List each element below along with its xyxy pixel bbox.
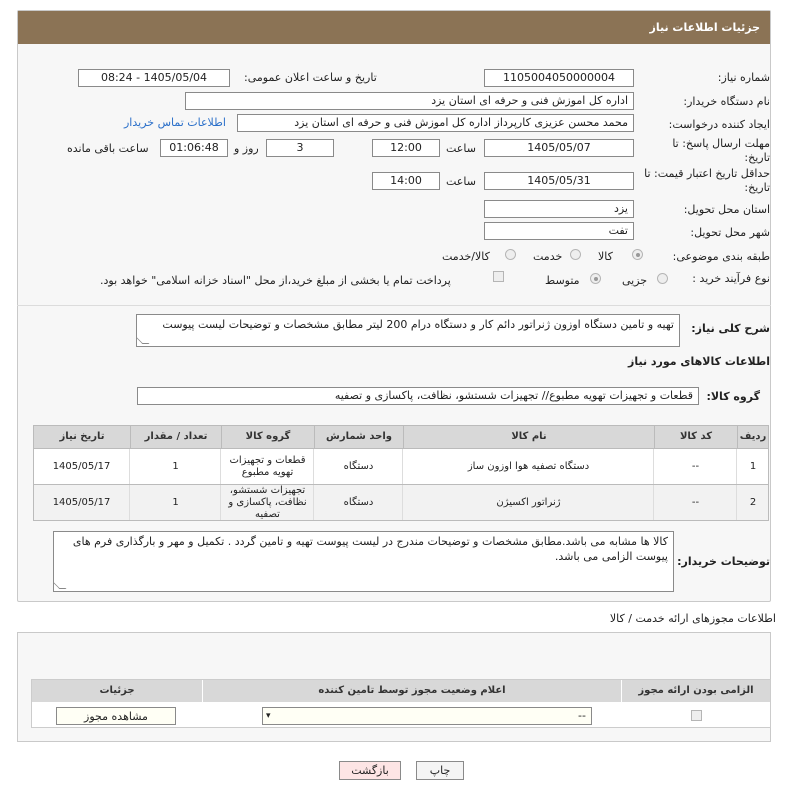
process-label: نوع فرآیند خرید :: [692, 272, 770, 285]
goods-group-field: قطعات و تجهیزات تهویه مطبوع// تجهیزات شس…: [137, 387, 699, 405]
validity-time-label: ساعت: [446, 175, 476, 188]
row-date: 1405/05/17: [34, 485, 130, 520]
need-number-field: 1105004050000004: [484, 69, 634, 87]
category-radio-goods[interactable]: [632, 249, 643, 260]
goods-group-label: گروه کالا:: [706, 390, 760, 403]
process-option-minor: جزیی: [622, 274, 648, 287]
goods-section-title: اطلاعات کالاهای مورد نیاز: [628, 355, 770, 368]
category-option-goods: کالا: [598, 250, 613, 263]
col-permit-required: الزامی بودن ارائه مجوز: [622, 680, 770, 702]
category-radio-both[interactable]: [505, 249, 516, 260]
province-label: استان محل تحویل:: [683, 203, 770, 216]
col-name: نام کالا: [404, 426, 654, 448]
permits-section-title: اطلاعات مجوزهای ارائه خدمت / کالا: [609, 612, 776, 625]
deadline-date-field: 1405/05/07: [484, 139, 634, 157]
row-date: 1405/05/17: [34, 449, 130, 484]
days-label: روز و: [234, 142, 259, 155]
need-number-label: شماره نیاز:: [717, 71, 770, 84]
province-field: یزد: [484, 200, 634, 218]
back-button[interactable]: بازگشت: [339, 761, 401, 780]
row-group: قطعات و تجهیزات تهویه مطبوع: [222, 449, 314, 484]
row-code: --: [655, 485, 737, 520]
deadline-label: مهلت ارسال پاسخ: تا تاریخ:: [672, 137, 770, 164]
process-radio-minor[interactable]: [657, 273, 668, 284]
col-row-number: ردیف: [738, 426, 768, 448]
validity-time-field: 14:00: [372, 172, 440, 190]
row-name: ژنراتور اکسیژن: [404, 485, 654, 520]
validity-label: حداقل تاریخ اعتبار قیمت: تا تاریخ:: [644, 167, 770, 194]
row-index: 2: [749, 496, 757, 508]
announce-field: 1405/05/04 - 08:24: [78, 69, 230, 87]
row-unit: دستگاه: [315, 449, 403, 484]
table-row: 2 -- ژنراتور اکسیژن دستگاه تجهیزات شستشو…: [34, 485, 768, 520]
description-textarea[interactable]: تهیه و تامین دستگاه اوزون ژنراتور دائم ک…: [136, 314, 680, 347]
days-field: 3: [266, 139, 334, 157]
creator-field: محمد محسن عزیزی کارپرداز اداره کل اموزش …: [237, 114, 634, 132]
permit-status-value: --: [578, 709, 586, 722]
category-option-both: کالا/خدمت: [442, 250, 490, 263]
buyer-org-field: اداره کل اموزش فنی و حرفه ای استان یزد: [185, 92, 634, 110]
print-button[interactable]: چاپ: [416, 761, 464, 780]
col-date: تاریخ نیاز: [34, 426, 130, 448]
view-permit-button[interactable]: مشاهده مجوز: [56, 707, 176, 725]
col-qty: تعداد / مقدار: [131, 426, 221, 448]
buyer-notes-textarea[interactable]: کالا ها مشابه می باشد.مطابق مشخصات و توض…: [53, 531, 674, 592]
row-unit: دستگاه: [315, 485, 403, 520]
validity-date-field: 1405/05/31: [484, 172, 634, 190]
row-index: 1: [749, 460, 757, 472]
col-unit: واحد شمارش: [315, 426, 403, 448]
deadline-time-field: 12:00: [372, 139, 440, 157]
permit-status-select[interactable]: -- ▾: [262, 707, 592, 725]
row-name: دستگاه تصفیه هوا اوزون ساز: [404, 449, 654, 484]
buyer-contact-link[interactable]: اطلاعات تماس خریدار: [124, 116, 226, 129]
city-label: شهر محل تحویل:: [690, 226, 770, 239]
description-label: شرح کلی نیاز:: [691, 322, 770, 335]
row-qty: 1: [131, 485, 221, 520]
row-group: تجهیزات شستشو، نظافت، پاکسازی و تصفیه: [222, 485, 314, 520]
category-label: طبقه بندی موضوعی:: [672, 250, 770, 263]
col-group: گروه کالا: [222, 426, 314, 448]
table-row: 1 -- دستگاه تصفیه هوا اوزون ساز دستگاه ق…: [34, 449, 768, 484]
category-option-service: خدمت: [533, 250, 563, 263]
process-radio-medium[interactable]: [590, 273, 601, 284]
permit-required-checkbox: [691, 710, 702, 721]
buyer-notes-label: توضیحات خریدار:: [677, 555, 770, 568]
category-radio-service[interactable]: [570, 249, 581, 260]
col-permit-status: اعلام وضعیت مجوز توسط تامین کننده: [203, 680, 621, 702]
buyer-org-label: نام دستگاه خریدار:: [683, 95, 770, 108]
announce-label: تاریخ و ساعت اعلان عمومی:: [244, 71, 377, 84]
process-option-medium: متوسط: [545, 274, 580, 287]
permits-table: الزامی بودن ارائه مجوز اعلام وضعیت مجوز …: [31, 679, 771, 728]
creator-label: ایجاد کننده درخواست:: [668, 118, 770, 131]
remaining-time-field: 01:06:48: [160, 139, 228, 157]
col-code: کد کالا: [655, 426, 737, 448]
row-qty: 1: [131, 449, 221, 484]
divider: [17, 305, 771, 306]
col-permit-details: جزئیات: [32, 680, 202, 702]
row-code: --: [655, 449, 737, 484]
remaining-label: ساعت باقی مانده: [67, 142, 149, 155]
city-field: تفت: [484, 222, 634, 240]
page-title: جزئیات اطلاعات نیاز: [18, 11, 770, 44]
goods-table: ردیف کد کالا نام کالا واحد شمارش گروه کا…: [33, 425, 769, 521]
chevron-down-icon: ▾: [266, 711, 271, 721]
payment-checkbox[interactable]: [493, 271, 504, 282]
payment-text: پرداخت تمام یا بخشی از مبلغ خرید،از محل …: [100, 274, 451, 287]
deadline-time-label: ساعت: [446, 142, 476, 155]
